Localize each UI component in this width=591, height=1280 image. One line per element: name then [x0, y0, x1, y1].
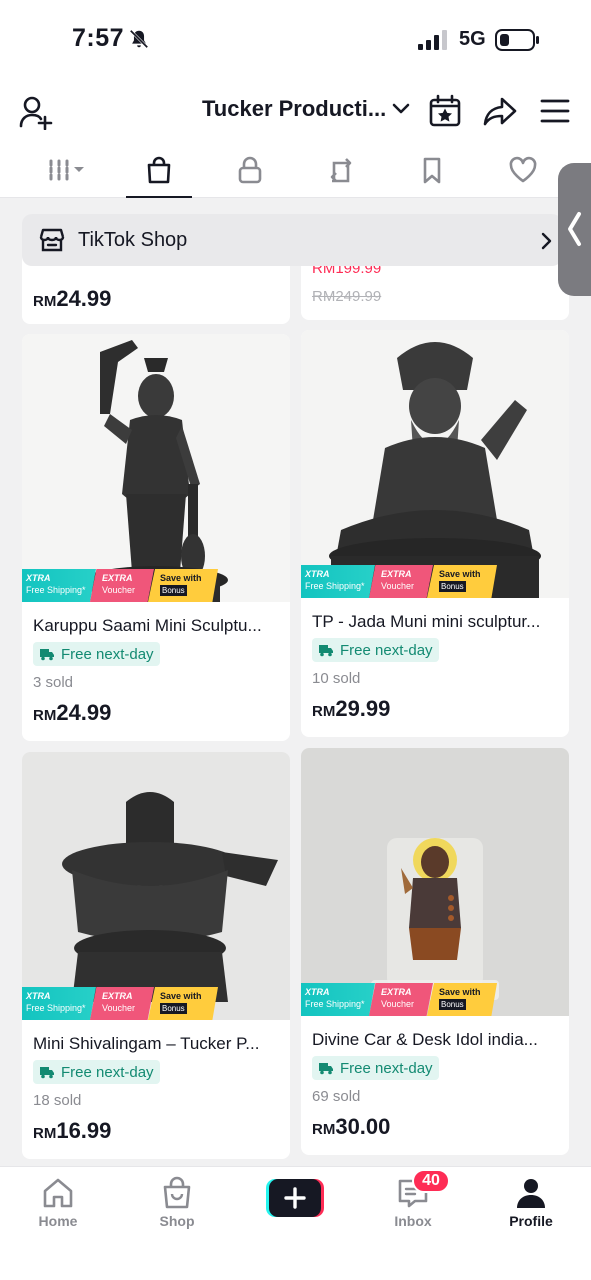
side-panel-handle[interactable] — [558, 163, 591, 296]
tab-favorites[interactable] — [399, 142, 465, 198]
lock-icon — [238, 156, 262, 184]
tab-reposts[interactable] — [308, 142, 374, 198]
account-switcher[interactable]: Tucker Producti... — [202, 96, 410, 122]
repost-icon — [330, 158, 352, 183]
promo-strip: XTRA Free Shipping* EXTRA Voucher Save wit… — [301, 565, 569, 598]
sold-count: 69 sold — [312, 1088, 361, 1105]
inbox-badge: 40 — [412, 1169, 450, 1193]
product-price: RM24.99 — [33, 700, 112, 725]
status-time: 7:57 — [72, 24, 125, 52]
promo-strip: XTRA Free Shipping* EXTRA Voucher Save wit… — [22, 569, 290, 602]
tiktok-shop-label: TikTok Shop — [78, 228, 188, 251]
product-name: Mini Shivalingam – Tucker P... — [33, 1034, 260, 1053]
nav-profile[interactable]: Profile — [491, 1175, 571, 1229]
promo-strip: XTRA Free Shipping* EXTRA Voucher Save wit… — [22, 987, 290, 1020]
product-card[interactable]: XTRA Free Shipping* EXTRA Voucher Save wit… — [22, 334, 290, 741]
tiktok-shop-banner[interactable]: TikTok Shop — [22, 214, 562, 266]
delivery-truck-icon — [319, 645, 333, 657]
product-card[interactable]: XTRA Free Shipping* EXTRA Voucher Save wit… — [22, 752, 290, 1159]
chevron-down-icon — [392, 103, 410, 114]
bookmark-icon — [423, 157, 441, 184]
sold-count: 10 sold — [312, 670, 361, 687]
heart-icon — [509, 156, 537, 183]
calendar-star-icon[interactable] — [428, 94, 462, 128]
profile-icon — [517, 1179, 545, 1208]
tab-liked[interactable] — [490, 142, 556, 198]
account-name: Tucker Producti... — [202, 96, 387, 121]
delivery-truck-icon — [40, 649, 54, 661]
shop-product-grid: TikTok Shop RM24.99 RM199.99 RM249.99 XT… — [0, 198, 591, 1166]
tab-shop[interactable] — [126, 142, 192, 199]
product-price: RM24.99 — [33, 286, 112, 311]
status-bar: 7:57 5G — [0, 0, 591, 80]
free-shipping-badge: Free next-day — [33, 642, 160, 666]
share-icon[interactable] — [482, 95, 518, 127]
product-name: Karuppu Saami Mini Sculptu... — [33, 616, 262, 635]
nav-home[interactable]: Home — [18, 1175, 98, 1229]
free-shipping-badge: Free next-day — [33, 1060, 160, 1084]
promo-strip: XTRA Free Shipping* EXTRA Voucher Save wit… — [301, 983, 569, 1016]
product-image — [22, 334, 290, 602]
home-icon — [43, 1178, 73, 1208]
hamburger-menu-icon[interactable] — [540, 98, 570, 124]
bell-muted-icon — [129, 29, 149, 49]
chevron-left-icon — [568, 212, 581, 246]
tab-videos[interactable] — [34, 142, 100, 198]
sold-count: 3 sold — [33, 674, 74, 691]
bottom-navigation: Home Shop Inbox 40 Profile — [0, 1166, 591, 1280]
profile-header: Tucker Producti... — [0, 86, 591, 136]
profile-tabs — [0, 142, 591, 199]
cellular-signal-icon — [418, 30, 447, 50]
original-price: RM249.99 — [312, 288, 382, 305]
battery-icon — [495, 29, 539, 51]
product-price: RM29.99 — [312, 696, 391, 721]
sold-count: 18 sold — [33, 1092, 82, 1109]
grid-filter-icon — [49, 159, 84, 181]
shopping-bag-icon — [163, 1176, 191, 1209]
network-type: 5G — [459, 28, 486, 50]
product-card[interactable]: XTRA Free Shipping* EXTRA Voucher Save wit… — [301, 330, 569, 737]
chevron-right-icon — [541, 232, 552, 250]
product-card[interactable]: XTRA Free Shipping* EXTRA Voucher Save wit… — [301, 748, 569, 1155]
delivery-truck-icon — [40, 1067, 54, 1079]
product-image — [22, 752, 290, 1020]
product-name: TP - Jada Muni mini sculptur... — [312, 612, 541, 631]
free-shipping-badge: Free next-day — [312, 1056, 439, 1080]
free-shipping-badge: Free next-day — [312, 638, 439, 662]
product-name: Divine Car & Desk Idol india... — [312, 1030, 538, 1049]
add-user-icon[interactable] — [18, 94, 54, 130]
nav-shop[interactable]: Shop — [137, 1175, 217, 1229]
product-image — [301, 330, 569, 598]
product-price: RM30.00 — [312, 1114, 391, 1139]
product-image — [301, 748, 569, 1016]
shopping-bag-icon — [147, 156, 171, 184]
tab-private[interactable] — [217, 142, 283, 198]
create-plus-icon[interactable] — [266, 1179, 324, 1217]
storefront-icon — [39, 228, 65, 252]
product-price: RM16.99 — [33, 1118, 112, 1143]
delivery-truck-icon — [319, 1063, 333, 1075]
